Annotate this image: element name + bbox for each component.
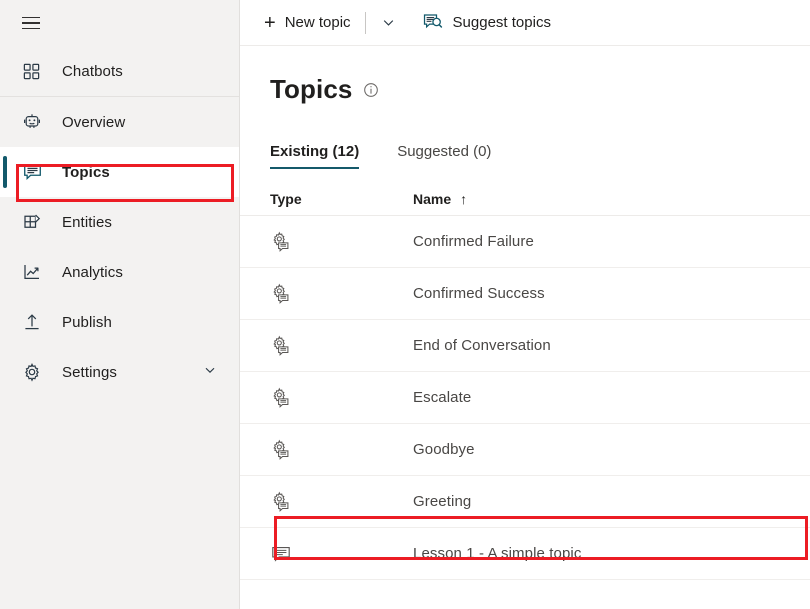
sidebar-item-label: Overview	[62, 113, 126, 131]
new-topic-dropdown-button[interactable]	[376, 8, 402, 38]
custom-topic-icon	[270, 543, 413, 565]
sort-ascending-icon: ↑	[460, 190, 468, 207]
gear-icon	[22, 362, 48, 382]
plus-icon: +	[264, 11, 276, 34]
sidebar-item-label: Chatbots	[62, 62, 123, 80]
menu-toggle-wrap	[0, 0, 239, 46]
info-icon[interactable]	[363, 82, 379, 98]
topic-name: Escalate	[413, 389, 472, 406]
system-topic-icon	[270, 335, 413, 357]
system-topic-icon	[270, 491, 413, 513]
tab-suggested[interactable]: Suggested (0)	[397, 143, 491, 169]
system-topic-icon	[270, 231, 413, 253]
topic-name: Lesson 1 - A simple topic	[413, 545, 582, 562]
column-header-label: Type	[270, 190, 302, 207]
suggest-topics-icon	[422, 12, 443, 33]
chevron-down-icon[interactable]	[203, 363, 217, 381]
new-topic-label: New topic	[284, 14, 351, 31]
topic-name: Goodbye	[413, 441, 475, 458]
suggest-topics-label: Suggest topics	[452, 14, 551, 31]
command-bar: + New topic Suggest topics	[240, 0, 810, 46]
sidebar-item-topics[interactable]: Topics	[0, 147, 239, 197]
grid-icon	[22, 62, 48, 81]
table-row[interactable]: Greeting	[240, 476, 810, 528]
chart-line-icon	[22, 262, 48, 282]
sidebar-item-label: Topics	[62, 163, 110, 181]
topic-name: End of Conversation	[413, 337, 551, 354]
sidebar-item-publish[interactable]: Publish	[0, 297, 239, 347]
system-topic-icon	[270, 387, 413, 409]
sidebar-item-overview[interactable]: Overview	[0, 97, 239, 147]
sidebar-item-label: Settings	[62, 363, 117, 381]
sidebar-item-label: Entities	[62, 213, 112, 231]
page-title: Topics	[270, 74, 353, 104]
table-row[interactable]: Confirmed Failure	[240, 216, 810, 268]
sidebar-item-label: Publish	[62, 313, 112, 331]
sidebar-item-label: Analytics	[62, 263, 123, 281]
chevron-down-icon	[383, 20, 394, 26]
hamburger-icon[interactable]	[22, 16, 40, 30]
topic-name: Confirmed Failure	[413, 233, 534, 250]
system-topic-icon	[270, 439, 413, 461]
new-topic-button[interactable]: + New topic	[260, 7, 355, 39]
main-content: + New topic Suggest topics Topics Existi…	[240, 0, 810, 609]
table-row[interactable]: Goodbye	[240, 424, 810, 476]
bot-icon	[22, 112, 48, 132]
suggest-topics-button[interactable]: Suggest topics	[418, 7, 555, 39]
column-header-label: Name	[413, 190, 452, 207]
topics-table: Type Name ↑ Confirmed Failure Confirmed …	[240, 182, 810, 580]
table-row[interactable]: Escalate	[240, 372, 810, 424]
sidebar-item-chatbots[interactable]: Chatbots	[0, 46, 239, 96]
page-header: Topics	[240, 46, 810, 105]
table-header-row: Type Name ↑	[240, 182, 810, 216]
table-row[interactable]: Lesson 1 - A simple topic	[240, 528, 810, 580]
column-header-name[interactable]: Name ↑	[413, 191, 810, 207]
sidebar-item-entities[interactable]: Entities	[0, 197, 239, 247]
entities-icon	[22, 212, 48, 232]
tab-existing[interactable]: Existing (12)	[270, 143, 360, 169]
speech-bubble-icon	[22, 162, 48, 183]
table-row[interactable]: End of Conversation	[240, 320, 810, 372]
system-topic-icon	[270, 283, 413, 305]
column-header-type[interactable]: Type	[270, 191, 413, 207]
tab-label: Suggested (0)	[397, 143, 492, 160]
app-root: Chatbots Overview Topics Entities Analyt…	[0, 0, 810, 609]
sidebar-item-analytics[interactable]: Analytics	[0, 247, 239, 297]
topic-name: Confirmed Success	[413, 285, 545, 302]
tab-label: Existing (12)	[270, 143, 360, 160]
upload-icon	[22, 312, 48, 332]
toolbar-divider	[364, 11, 366, 34]
table-row[interactable]: Confirmed Success	[240, 268, 810, 320]
tab-list: Existing (12) Suggested (0)	[240, 135, 810, 169]
topic-name: Greeting	[413, 493, 472, 510]
sidebar: Chatbots Overview Topics Entities Analyt…	[0, 0, 240, 609]
sidebar-item-settings[interactable]: Settings	[0, 347, 239, 397]
